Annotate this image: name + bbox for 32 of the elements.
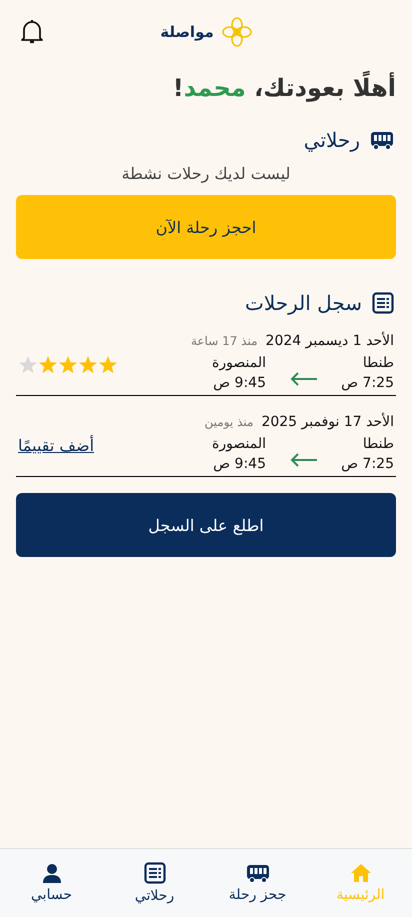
list-icon <box>372 292 394 314</box>
arrival-time: 9:45 ص <box>212 375 266 391</box>
nav-tab[interactable]: حسابي <box>0 849 103 917</box>
empty-message: ليست لديك رحلات نشطة <box>120 164 292 183</box>
departure-time: 7:25 ص <box>341 375 394 391</box>
departure-city: طنطا <box>362 355 394 371</box>
add-rating-link[interactable]: أضف تقييمًا <box>18 436 94 455</box>
trip-date: الأحد 17 نوفمبر 2025 <box>261 414 394 430</box>
time-ago: منذ يومين <box>204 415 254 429</box>
book-trip-button[interactable]: احجز رحلة الآن <box>16 195 396 259</box>
bus-icon <box>370 130 394 150</box>
list-icon <box>144 862 166 884</box>
person-icon <box>42 863 62 883</box>
section-title: رحلاتي <box>304 128 360 152</box>
nav-tab[interactable]: جحز رحلة <box>206 849 309 917</box>
arrival-time: 9:45 ص <box>212 456 266 472</box>
section-title: سجل الرحلات <box>245 291 362 315</box>
flower-logo-icon <box>222 17 252 47</box>
departure-city: طنطا <box>362 436 394 452</box>
view-history-button[interactable]: اطلع على السجل <box>16 493 396 557</box>
time-ago: منذ 17 ساعة <box>190 334 258 348</box>
arrival-city: المنصورة <box>211 436 266 452</box>
arrow-icon <box>290 453 318 467</box>
app-name: مواصلة <box>160 23 214 41</box>
departure-time: 7:25 ص <box>341 456 394 472</box>
arrow-icon <box>290 372 318 386</box>
arrival-city: المنصورة <box>211 355 266 371</box>
trip-date: الأحد 1 ديسمبر 2024 <box>266 333 394 349</box>
bell-icon[interactable] <box>20 19 44 45</box>
nav-tab[interactable]: رحلاتي <box>103 849 206 917</box>
home-icon <box>350 863 372 883</box>
bus-icon <box>246 863 270 883</box>
